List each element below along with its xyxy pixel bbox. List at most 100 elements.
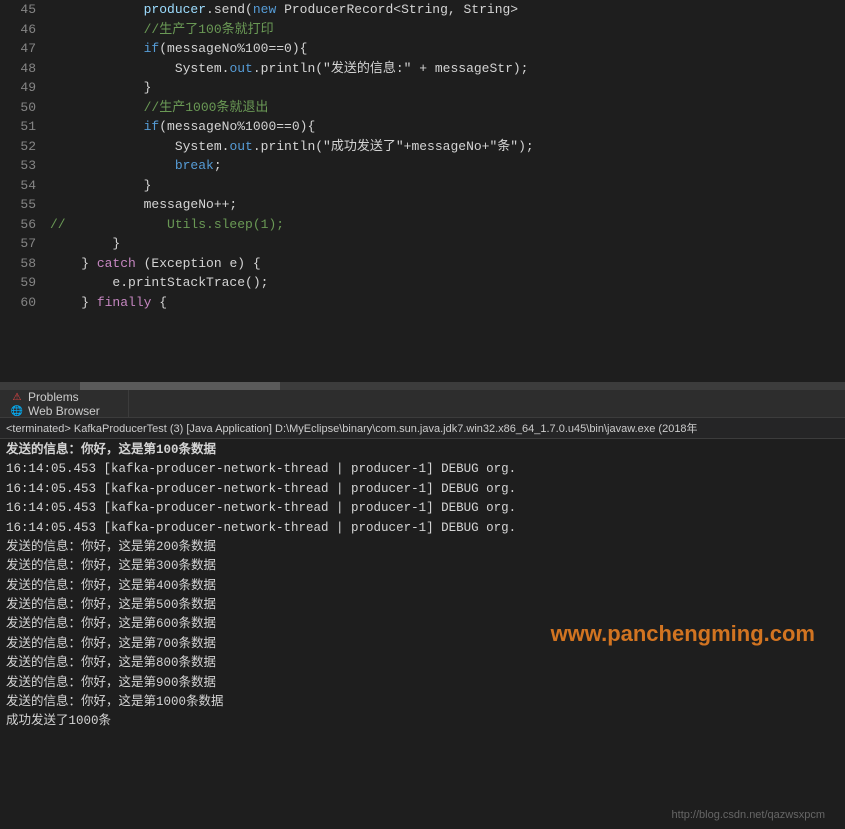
code-token: // xyxy=(50,217,73,232)
console-line: 发送的信息：你好，这是第300条数据 xyxy=(6,557,839,576)
code-token: (messageNo%1000==0){ xyxy=(159,119,315,134)
web-browser-tab-icon: 🌐 xyxy=(10,404,24,418)
line-number: 58 xyxy=(8,254,46,274)
console-lines: 发送的信息：你好，这是第100条数据16:14:05.453 [kafka-pr… xyxy=(6,441,839,732)
tabs-list: ⚠Problems🌐Web Browser■Console✕◈Servers🔍S… xyxy=(0,390,129,417)
code-table: 45 producer.send(new ProducerRecord<Stri… xyxy=(8,0,845,312)
line-number: 49 xyxy=(8,78,46,98)
line-number: 48 xyxy=(8,59,46,79)
console-line: 16:14:05.453 [kafka-producer-network-thr… xyxy=(6,460,839,479)
line-number: 50 xyxy=(8,98,46,118)
line-content: if(messageNo%1000==0){ xyxy=(46,117,845,137)
scrollbar-thumb[interactable] xyxy=(80,382,280,390)
line-content: //生产了100条就打印 xyxy=(46,20,845,40)
code-line: 53 break; xyxy=(8,156,845,176)
code-token xyxy=(50,41,144,56)
line-content: // Utils.sleep(1); xyxy=(46,215,845,235)
code-token: new xyxy=(253,2,276,17)
line-number: 56 xyxy=(8,215,46,235)
tab-problems[interactable]: ⚠ Problems xyxy=(0,390,129,404)
console-line: 发送的信息：你好，这是第200条数据 xyxy=(6,538,839,557)
code-token: if xyxy=(144,41,160,56)
code-token: producer xyxy=(144,2,206,17)
line-content: messageNo++; xyxy=(46,195,845,215)
code-line: 45 producer.send(new ProducerRecord<Stri… xyxy=(8,0,845,20)
line-content: } catch (Exception e) { xyxy=(46,254,845,274)
code-line: 52 System.out.println("成功发送了"+messageNo+… xyxy=(8,137,845,157)
console-line: 发送的信息：你好，这是第900条数据 xyxy=(6,674,839,693)
console-line: 发送的信息：你好，这是第800条数据 xyxy=(6,654,839,673)
code-line: 55 messageNo++; xyxy=(8,195,845,215)
console-output: 发送的信息：你好，这是第100条数据16:14:05.453 [kafka-pr… xyxy=(0,439,845,829)
code-token xyxy=(50,2,144,17)
line-number: 54 xyxy=(8,176,46,196)
line-content: producer.send(new ProducerRecord<String,… xyxy=(46,0,845,20)
line-number: 57 xyxy=(8,234,46,254)
code-token: { xyxy=(151,295,167,310)
code-token: //生产1000条就退出 xyxy=(50,100,268,115)
code-token: Utils.sleep(1); xyxy=(73,217,284,232)
code-token: break xyxy=(175,158,214,173)
code-line: 47 if(messageNo%100==0){ xyxy=(8,39,845,59)
problems-tab-icon: ⚠ xyxy=(10,390,24,404)
problems-tab-label: Problems xyxy=(28,390,79,404)
console-line: 发送的信息：你好，这是第400条数据 xyxy=(6,577,839,596)
code-token: //生产了100条就打印 xyxy=(50,22,274,37)
code-token: } xyxy=(50,80,151,95)
console-line: 发送的信息：你好，这是第500条数据 xyxy=(6,596,839,615)
console-line: 16:14:05.453 [kafka-producer-network-thr… xyxy=(6,499,839,518)
code-horizontal-scrollbar[interactable] xyxy=(0,382,845,390)
code-line: 51 if(messageNo%1000==0){ xyxy=(8,117,845,137)
code-token: (messageNo%100==0){ xyxy=(159,41,307,56)
code-token: ProducerRecord<String, String> xyxy=(276,2,518,17)
console-line: 发送的信息：你好，这是第700条数据 xyxy=(6,635,839,654)
line-content: System.out.println("成功发送了"+messageNo+"条"… xyxy=(46,137,845,157)
console-line: 成功发送了1000条 xyxy=(6,712,839,731)
status-bar: <terminated> KafkaProducerTest (3) [Java… xyxy=(0,418,845,439)
code-token: finally xyxy=(97,295,152,310)
code-token: System. xyxy=(50,61,229,76)
line-content: System.out.println("发送的信息:" + messageStr… xyxy=(46,59,845,79)
line-number: 60 xyxy=(8,293,46,313)
code-line: 56// Utils.sleep(1); xyxy=(8,215,845,235)
code-line: 48 System.out.println("发送的信息:" + message… xyxy=(8,59,845,79)
line-number: 52 xyxy=(8,137,46,157)
code-token: e.printStackTrace(); xyxy=(50,275,268,290)
code-line: 46 //生产了100条就打印 xyxy=(8,20,845,40)
line-content: } xyxy=(46,78,845,98)
console-line: 16:14:05.453 [kafka-producer-network-thr… xyxy=(6,480,839,499)
code-token: (Exception e) { xyxy=(136,256,261,271)
console-line: 发送的信息：你好，这是第100条数据 xyxy=(6,441,839,460)
code-token: .println("发送的信息:" + messageStr); xyxy=(253,61,529,76)
code-token: if xyxy=(144,119,160,134)
console-line: 发送的信息：你好，这是第1000条数据 xyxy=(6,693,839,712)
code-token: } xyxy=(50,178,151,193)
code-token: catch xyxy=(97,256,136,271)
status-text: <terminated> KafkaProducerTest (3) [Java… xyxy=(6,423,698,435)
code-token: } xyxy=(50,236,120,251)
code-token: ; xyxy=(214,158,222,173)
line-content: e.printStackTrace(); xyxy=(46,273,845,293)
line-content: if(messageNo%100==0){ xyxy=(46,39,845,59)
code-line: 54 } xyxy=(8,176,845,196)
line-number: 46 xyxy=(8,20,46,40)
web-browser-tab-label: Web Browser xyxy=(28,404,100,418)
code-token: .send( xyxy=(206,2,253,17)
line-number: 51 xyxy=(8,117,46,137)
code-token xyxy=(50,158,175,173)
line-content: } xyxy=(46,234,845,254)
line-number: 47 xyxy=(8,39,46,59)
console-line: 16:14:05.453 [kafka-producer-network-thr… xyxy=(6,519,839,538)
line-number: 53 xyxy=(8,156,46,176)
line-content: //生产1000条就退出 xyxy=(46,98,845,118)
line-content: } xyxy=(46,176,845,196)
line-number: 45 xyxy=(8,0,46,20)
code-line: 57 } xyxy=(8,234,845,254)
code-token: System. xyxy=(50,139,229,154)
watermark2: http://blog.csdn.net/qazwsxpcm xyxy=(672,809,825,821)
line-number: 55 xyxy=(8,195,46,215)
code-line: 58 } catch (Exception e) { xyxy=(8,254,845,274)
tab-web-browser[interactable]: 🌐 Web Browser xyxy=(0,404,129,418)
code-token: out xyxy=(229,139,252,154)
code-token: .println("成功发送了"+messageNo+"条"); xyxy=(253,139,534,154)
